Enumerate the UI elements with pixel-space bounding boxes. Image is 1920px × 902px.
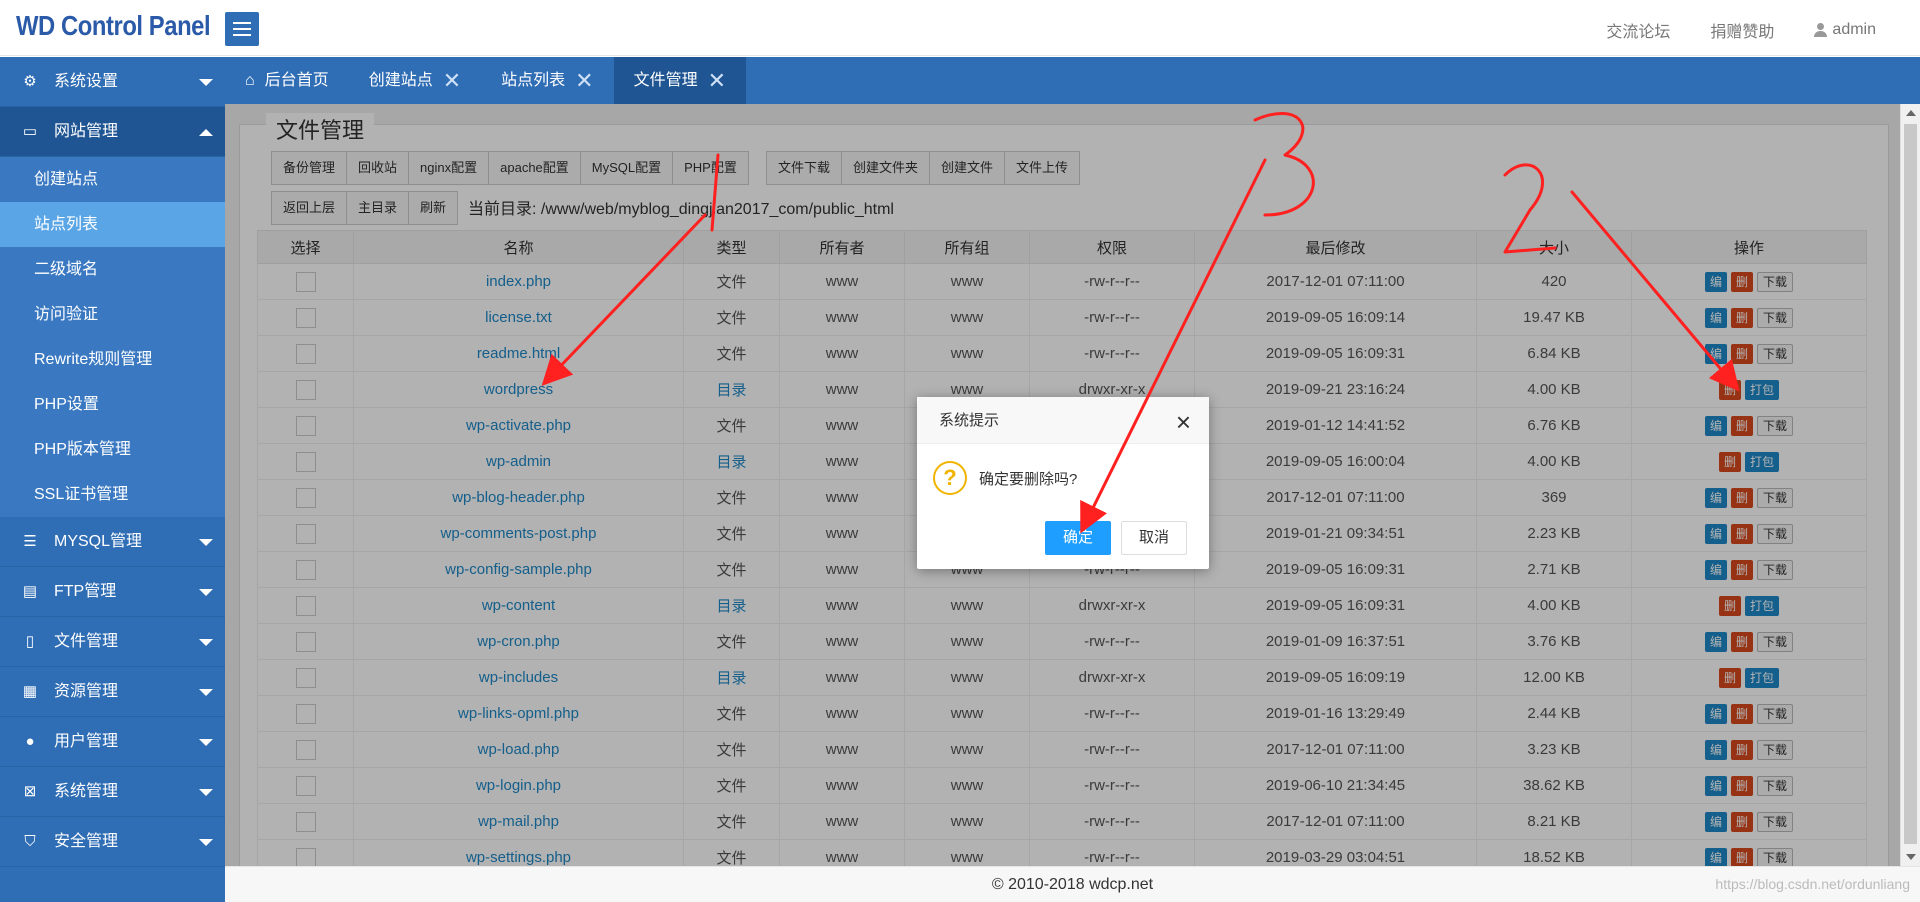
close-icon[interactable]: ✕ (575, 57, 593, 104)
monitor-icon: ▭ (22, 123, 38, 140)
user-menu[interactable]: admin (1814, 18, 1876, 42)
sidebar-item-system-management[interactable]: ⊠ 系统管理 (0, 767, 225, 817)
tab-bar: ⌂ 后台首页 创建站点 ✕ 站点列表 ✕ 文件管理 ✕ (225, 57, 1920, 104)
sidebar-submenu: 创建站点 站点列表 二级域名 访问验证 Rewrite规则管理 PHP设置 PH… (0, 157, 225, 517)
tab-label: 文件管理 (633, 72, 698, 89)
chevron-down-icon (199, 639, 213, 646)
chevron-up-icon (199, 129, 213, 136)
chevron-down-icon (199, 79, 213, 86)
sidebar-subitem-php-settings[interactable]: PHP设置 (0, 382, 225, 427)
hamburger-icon (233, 22, 251, 24)
system-icon: ⊠ (23, 783, 37, 800)
chevron-down-icon (199, 789, 213, 796)
sidebar-item-label: FTP管理 (54, 583, 117, 600)
ftp-icon: ▤ (22, 583, 38, 600)
sidebar-item-label: 系统设置 (54, 73, 119, 90)
sidebar-item-mysql[interactable]: ☰ MYSQL管理 (0, 517, 225, 567)
tab-label: 后台首页 (264, 72, 329, 89)
close-icon[interactable]: × (1176, 407, 1191, 438)
dialog-body: ? 确定要删除吗? (933, 461, 1077, 495)
top-header: WD Control Panel 交流论坛 捐赠赞助 admin (0, 0, 1920, 56)
sidebar-item-resources[interactable]: ▦ 资源管理 (0, 667, 225, 717)
chevron-down-icon (199, 689, 213, 696)
tab-label: 创建站点 (368, 72, 433, 89)
sidebar-item-label: MYSQL管理 (54, 533, 143, 550)
sidebar-subitem-site-list[interactable]: 站点列表 (0, 202, 225, 247)
tab-site-list[interactable]: 站点列表 ✕ (481, 57, 613, 104)
gear-icon: ⚙ (23, 73, 37, 90)
close-icon[interactable]: ✕ (443, 57, 461, 104)
sidebar-subitem-php-version[interactable]: PHP版本管理 (0, 427, 225, 472)
user-icon: ● (25, 733, 35, 750)
sidebar-item-label: 网站管理 (54, 123, 119, 140)
question-icon: ? (933, 461, 967, 495)
watermark: https://blog.csdn.net/ordunliang (1715, 876, 1910, 892)
shield-icon: ⛉ (24, 833, 36, 850)
sidebar-subitem-access-auth[interactable]: 访问验证 (0, 292, 225, 337)
sidebar-item-label: 安全管理 (54, 833, 119, 850)
server-icon: ▦ (22, 683, 38, 700)
sidebar-item-ftp[interactable]: ▤ FTP管理 (0, 567, 225, 617)
sidebar-subitem-create-site[interactable]: 创建站点 (0, 157, 225, 202)
dialog-buttons: 确定 取消 (1045, 521, 1187, 555)
sidebar-item-system-settings[interactable]: ⚙ 系统设置 (0, 57, 225, 107)
sidebar-item-site-management[interactable]: ▭ 网站管理 (0, 107, 225, 157)
chevron-down-icon (199, 539, 213, 546)
sidebar-item-security[interactable]: ⛉ 安全管理 (0, 817, 225, 867)
chevron-down-icon (199, 839, 213, 846)
dialog-message: 确定要删除吗? (979, 470, 1078, 488)
donate-link[interactable]: 捐赠赞助 (1710, 18, 1774, 42)
database-icon: ☰ (23, 533, 37, 550)
top-links: 交流论坛 捐赠赞助 admin (1606, 18, 1876, 42)
close-icon[interactable]: ✕ (708, 57, 726, 104)
sidebar-item-users[interactable]: ● 用户管理 (0, 717, 225, 767)
sidebar-subitem-rewrite[interactable]: Rewrite规则管理 (0, 337, 225, 382)
footer: © 2010-2018 wdcp.net (225, 866, 1920, 902)
file-icon: ▯ (25, 633, 35, 650)
tab-file-management[interactable]: 文件管理 ✕ (613, 57, 747, 104)
sidebar-item-label: 资源管理 (54, 683, 119, 700)
sidebar-item-label: 系统管理 (54, 783, 119, 800)
scrollbar-thumb[interactable] (1904, 124, 1917, 844)
scroll-up-icon[interactable] (1906, 110, 1916, 116)
sidebar-item-label: 用户管理 (54, 733, 119, 750)
scroll-down-icon[interactable] (1906, 854, 1916, 860)
user-name: admin (1832, 21, 1876, 38)
sidebar-subitem-ssl[interactable]: SSL证书管理 (0, 472, 225, 517)
menu-toggle-button[interactable] (225, 12, 259, 46)
sidebar-subitem-subdomain[interactable]: 二级域名 (0, 247, 225, 292)
sidebar-item-files[interactable]: ▯ 文件管理 (0, 617, 225, 667)
user-icon (1814, 23, 1828, 37)
tab-create-site[interactable]: 创建站点 ✕ (349, 57, 481, 104)
tab-home[interactable]: ⌂ 后台首页 (225, 57, 349, 104)
chevron-down-icon (199, 589, 213, 596)
sidebar: ⚙ 系统设置 ▭ 网站管理 创建站点 站点列表 二级域名 访问验证 Rewrit… (0, 57, 225, 902)
confirm-dialog: 系统提示 × ? 确定要删除吗? 确定 取消 (917, 397, 1209, 569)
cancel-button[interactable]: 取消 (1121, 521, 1187, 555)
confirm-button[interactable]: 确定 (1045, 521, 1111, 555)
sidebar-item-label: 文件管理 (54, 633, 119, 650)
dialog-title: 系统提示 (917, 397, 1209, 444)
chevron-down-icon (199, 739, 213, 746)
vertical-scrollbar[interactable] (1900, 104, 1920, 866)
forum-link[interactable]: 交流论坛 (1606, 18, 1670, 42)
home-icon: ⌂ (245, 72, 255, 89)
app-logo[interactable]: WD Control Panel (16, 10, 211, 42)
tab-label: 站点列表 (501, 72, 566, 89)
